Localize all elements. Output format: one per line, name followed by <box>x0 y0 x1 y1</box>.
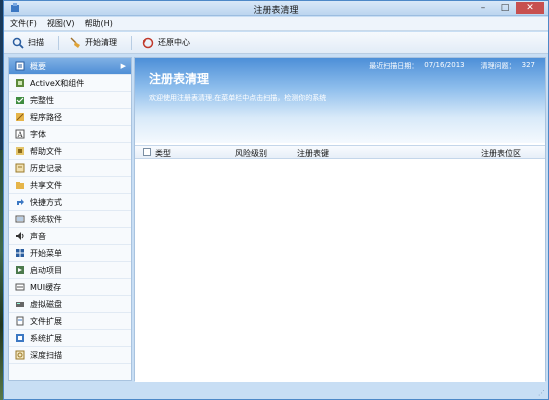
scan-label: 扫描 <box>28 38 44 47</box>
toolbar-divider <box>131 35 132 50</box>
restore-icon <box>142 37 154 48</box>
banner-description: 欢迎使用注册表清理.在菜单栏中点击扫描，检测你的系统 <box>149 94 327 102</box>
sidebar-item-help-file[interactable]: 帮助文件 <box>9 143 131 160</box>
minimize-button[interactable]: – <box>472 2 494 14</box>
menu-bar: 文件(F) 视图(V) 帮助(H) <box>4 17 548 31</box>
restore-center-label: 还原中心 <box>158 38 190 47</box>
sidebar-item-program-path[interactable]: 程序路径 <box>9 109 131 126</box>
issues-label: 清理问题： <box>480 62 516 70</box>
sidebar-item-label: 字体 <box>30 129 46 139</box>
start-clean-button[interactable]: 开始清理 <box>69 37 117 49</box>
maximize-button[interactable]: □ <box>494 2 516 14</box>
window-title: 注册表清理 <box>253 6 299 16</box>
sidebar-item-start-menu[interactable]: 开始菜单 <box>9 245 131 262</box>
sidebar-item-shared-file[interactable]: 共享文件 <box>9 177 131 194</box>
results-table-header: 类型 风险级别 注册表键 注册表位区 <box>135 145 545 159</box>
shared-file-icon <box>16 182 24 189</box>
last-scan-label: 最近扫描日期： <box>369 62 419 70</box>
status-bar: ⋰ <box>4 385 548 399</box>
select-all-checkbox[interactable] <box>143 148 151 156</box>
shortcut-icon <box>17 199 24 205</box>
sidebar-item-overview[interactable]: 概要 ▶ <box>9 58 131 75</box>
restore-center-button[interactable]: 还原中心 <box>142 37 190 49</box>
sound-icon <box>16 232 24 240</box>
sidebar-item-virtual-disk[interactable]: 虚拟磁盘 <box>9 296 131 313</box>
results-table-body <box>135 160 545 382</box>
mui-cache-icon <box>15 283 25 291</box>
menu-view[interactable]: 视图(V) <box>47 18 75 29</box>
chevron-right-icon: ▶ <box>120 62 126 70</box>
activex-icon <box>16 79 24 87</box>
category-sidebar: 概要 ▶ ActiveX和组件 完整性 程序路径 A 字体 帮助文件 历史记录 <box>8 57 132 381</box>
sidebar-item-label: 系统扩展 <box>30 333 62 343</box>
scan-stats: 最近扫描日期： 07/16/2013 清理问题： 327 <box>363 61 535 71</box>
sidebar-item-label: 共享文件 <box>30 180 62 190</box>
deep-scan-icon <box>15 350 25 360</box>
integrity-icon <box>16 97 24 104</box>
sidebar-item-label: 快捷方式 <box>30 197 62 207</box>
startup-icon <box>16 266 24 274</box>
sidebar-item-label: MUI缓存 <box>30 282 62 292</box>
column-registry-key[interactable]: 注册表键 <box>297 148 329 159</box>
sidebar-item-mui-cache[interactable]: MUI缓存 <box>9 279 131 296</box>
column-risk-level[interactable]: 风险级别 <box>235 148 267 159</box>
sidebar-item-startup[interactable]: 启动项目 <box>9 262 131 279</box>
column-registry-location[interactable]: 注册表位区 <box>481 148 521 159</box>
issues-value: 327 <box>521 61 535 69</box>
font-icon: A <box>15 129 25 139</box>
last-scan-value: 07/16/2013 <box>424 61 465 69</box>
sidebar-item-shortcut[interactable]: 快捷方式 <box>9 194 131 211</box>
toolbar: 扫描 开始清理 还原中心 <box>4 32 548 54</box>
sidebar-item-history[interactable]: 历史记录 <box>9 160 131 177</box>
sidebar-item-label: 帮助文件 <box>30 146 62 156</box>
close-button[interactable]: ✕ <box>516 2 544 14</box>
toolbar-divider <box>58 35 59 50</box>
sidebar-item-sound[interactable]: 声音 <box>9 228 131 245</box>
sidebar-item-font[interactable]: A 字体 <box>9 126 131 143</box>
sidebar-item-label: 虚拟磁盘 <box>30 299 62 309</box>
sidebar-item-label: 历史记录 <box>30 163 62 173</box>
help-file-icon <box>16 147 24 155</box>
sidebar-item-integrity[interactable]: 完整性 <box>9 92 131 109</box>
sidebar-item-label: 完整性 <box>30 95 54 105</box>
program-path-icon <box>16 113 24 121</box>
sidebar-item-label: 深度扫描 <box>30 350 62 360</box>
title-bar: 注册表清理 – □ ✕ <box>4 1 548 16</box>
sidebar-item-label: 开始菜单 <box>30 248 62 258</box>
sidebar-item-system-software[interactable]: 系统软件 <box>9 211 131 228</box>
column-type[interactable]: 类型 <box>155 148 171 159</box>
svg-text:A: A <box>17 131 24 139</box>
sidebar-item-label: 声音 <box>30 231 46 241</box>
sidebar-item-label: 程序路径 <box>30 112 62 122</box>
sidebar-item-label: 概要 <box>30 61 46 71</box>
start-menu-icon <box>16 249 24 257</box>
sidebar-item-label: 系统软件 <box>30 214 62 224</box>
main-panel: 注册表清理 欢迎使用注册表清理.在菜单栏中点击扫描，检测你的系统 最近扫描日期：… <box>134 57 546 382</box>
menu-help[interactable]: 帮助(H) <box>85 18 113 29</box>
file-extension-icon <box>16 316 24 326</box>
menu-file[interactable]: 文件(F) <box>10 18 37 29</box>
sidebar-item-label: 文件扩展 <box>30 316 62 326</box>
sidebar-item-file-extension[interactable]: 文件扩展 <box>9 313 131 330</box>
system-extension-icon <box>16 334 24 342</box>
sidebar-item-activex[interactable]: ActiveX和组件 <box>9 75 131 92</box>
page-title: 注册表清理 <box>149 72 210 86</box>
history-icon <box>15 163 25 173</box>
scan-button[interactable]: 扫描 <box>12 37 44 49</box>
window-controls: – □ ✕ <box>472 2 544 14</box>
start-clean-label: 开始清理 <box>85 38 117 47</box>
sidebar-item-system-extension[interactable]: 系统扩展 <box>9 330 131 347</box>
sidebar-item-deep-scan[interactable]: 深度扫描 <box>9 347 131 364</box>
sidebar-item-label: ActiveX和组件 <box>30 78 85 88</box>
magnifier-icon <box>12 37 24 49</box>
resize-grip-icon[interactable]: ⋰ <box>538 389 545 397</box>
virtual-disk-icon <box>16 302 24 307</box>
app-window: 注册表清理 – □ ✕ 文件(F) 视图(V) 帮助(H) 扫描 开始清理 还原… <box>3 0 549 400</box>
sidebar-item-label: 启动项目 <box>30 265 62 275</box>
broom-icon <box>70 37 80 48</box>
summary-banner: 注册表清理 欢迎使用注册表清理.在菜单栏中点击扫描，检测你的系统 最近扫描日期：… <box>135 58 545 143</box>
system-software-icon <box>15 215 25 223</box>
overview-icon <box>15 61 25 71</box>
